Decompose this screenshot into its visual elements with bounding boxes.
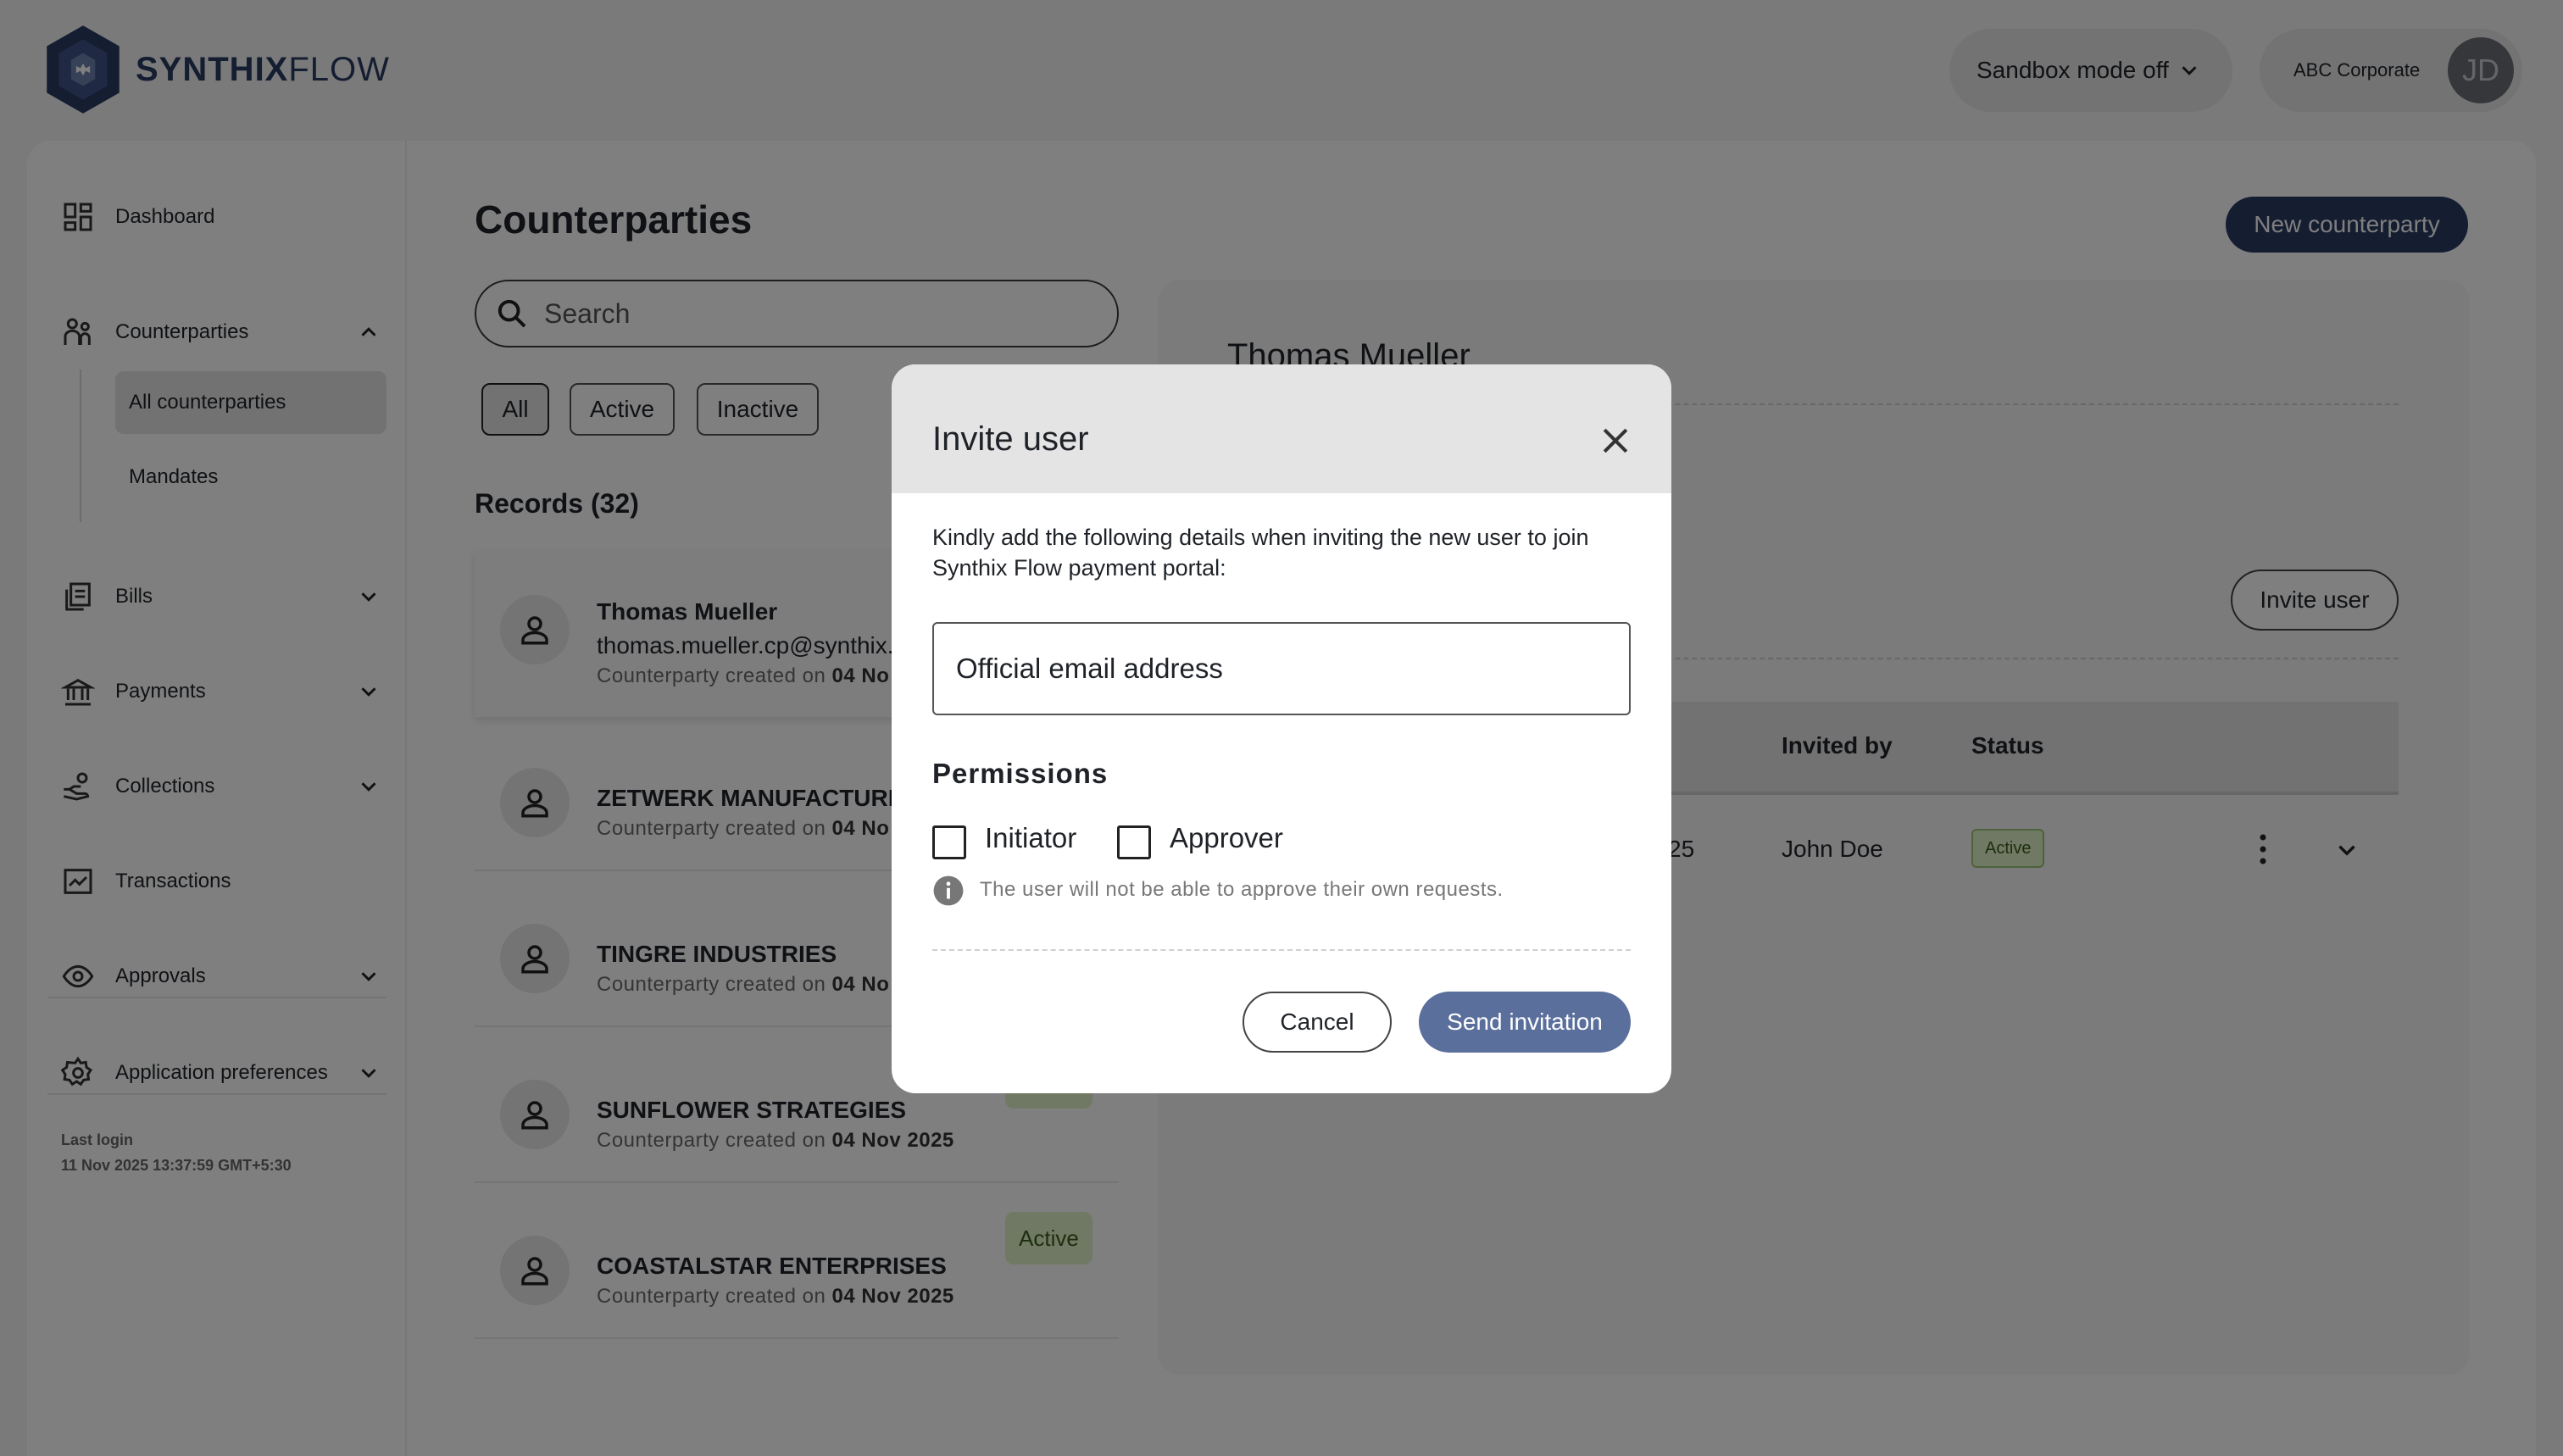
modal-divider (932, 949, 1631, 951)
approver-label[interactable]: Approver (1170, 822, 1283, 854)
permissions-title: Permissions (932, 758, 1109, 789)
approver-checkbox[interactable] (1117, 825, 1151, 859)
initiator-label[interactable]: Initiator (985, 822, 1076, 854)
modal-title: Invite user (932, 420, 1089, 458)
send-invitation-button[interactable]: Send invitation (1419, 992, 1631, 1053)
invite-user-modal: Invite user Kindly add the following det… (892, 364, 1671, 1093)
close-icon[interactable] (1597, 422, 1634, 459)
email-field[interactable] (932, 622, 1631, 715)
cancel-button[interactable]: Cancel (1243, 992, 1392, 1053)
info-text: The user will not be able to approve the… (980, 878, 1504, 901)
info-icon (933, 875, 964, 906)
modal-description: Kindly add the following details when in… (932, 525, 1589, 581)
initiator-checkbox[interactable] (932, 825, 966, 859)
